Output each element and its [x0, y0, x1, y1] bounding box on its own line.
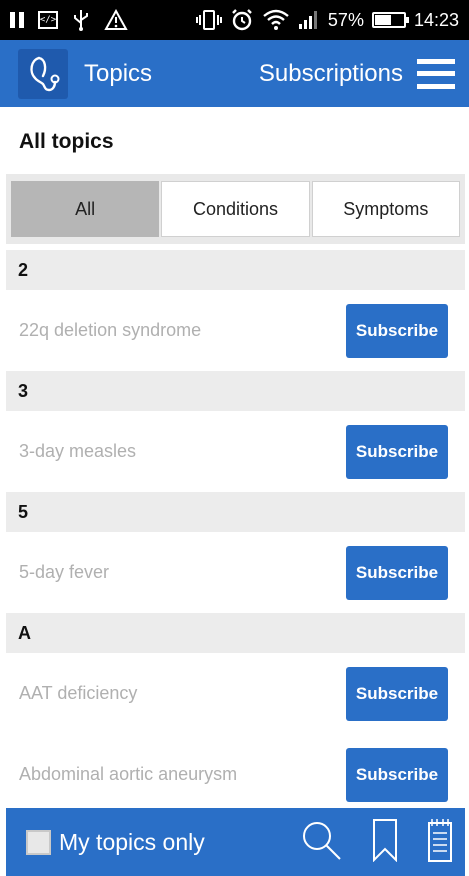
topic-label: 5-day fever — [19, 562, 110, 582]
subscribe-button[interactable]: Subscribe — [346, 424, 448, 479]
app-bar: Topics Subscriptions — [0, 40, 469, 107]
list-item[interactable]: Abdominal aortic aneurysm Subscribe — [6, 734, 465, 815]
subscribe-button[interactable]: Subscribe — [346, 666, 448, 721]
section-header: 3 — [6, 371, 465, 411]
status-bar: </> 57% 14:23 — [0, 0, 469, 40]
topic-label: 22q deletion syndrome — [19, 320, 202, 340]
section-header: A — [6, 613, 465, 653]
warning-icon — [104, 9, 128, 31]
tab-symptoms[interactable]: Symptoms — [311, 181, 460, 237]
search-icon[interactable] — [299, 818, 343, 867]
section-header: 2 — [6, 250, 465, 290]
list-item[interactable]: 5-day fever Subscribe — [6, 532, 465, 613]
subscriptions-link[interactable]: Subscriptions — [259, 60, 403, 88]
topic-label: 3-day measles — [19, 441, 137, 461]
list-item[interactable]: 22q deletion syndrome Subscribe — [6, 290, 465, 371]
code-icon: </> — [38, 11, 58, 29]
list-item[interactable]: 3-day measles Subscribe — [6, 411, 465, 492]
bottom-bar: My topics only — [6, 808, 465, 876]
battery-percent: 57% — [327, 9, 364, 30]
alarm-icon — [230, 8, 254, 32]
list-item[interactable]: AAT deficiency Subscribe — [6, 653, 465, 734]
tab-conditions[interactable]: Conditions — [161, 181, 310, 237]
subscribe-button[interactable]: Subscribe — [346, 303, 448, 358]
notepad-icon[interactable] — [427, 817, 453, 868]
battery-fill — [374, 15, 391, 25]
hamburger-menu-icon[interactable] — [417, 58, 455, 89]
topic-label: Abdominal aortic aneurysm — [19, 764, 238, 784]
status-left-icons: </> — [10, 9, 128, 31]
subscribe-button[interactable]: Subscribe — [346, 545, 448, 600]
usb-icon — [72, 9, 90, 31]
signal-icon — [298, 10, 320, 30]
my-topics-label[interactable]: My topics only — [59, 829, 205, 856]
my-topics-checkbox[interactable] — [26, 829, 51, 855]
section-header: 5 — [6, 492, 465, 532]
topic-label: AAT deficiency — [19, 683, 138, 703]
pause-icon — [10, 12, 24, 28]
bottom-bar-icons — [299, 817, 453, 868]
bookmark-icon[interactable] — [371, 818, 399, 867]
vibrate-icon — [195, 9, 222, 31]
status-right-icons: 57% 14:23 — [195, 8, 459, 32]
tab-all[interactable]: All — [11, 181, 160, 237]
topic-filter-tabs: All Conditions Symptoms — [6, 174, 465, 244]
clock: 14:23 — [413, 9, 459, 30]
wifi-icon — [262, 8, 290, 32]
subscribe-button[interactable]: Subscribe — [346, 747, 448, 802]
topic-list: 2 22q deletion syndrome Subscribe 3 3-da… — [6, 250, 465, 815]
page-title: All topics — [19, 130, 114, 153]
app-title[interactable]: Topics — [84, 60, 152, 88]
stethoscope-icon[interactable] — [18, 48, 68, 99]
battery-icon — [371, 12, 409, 28]
